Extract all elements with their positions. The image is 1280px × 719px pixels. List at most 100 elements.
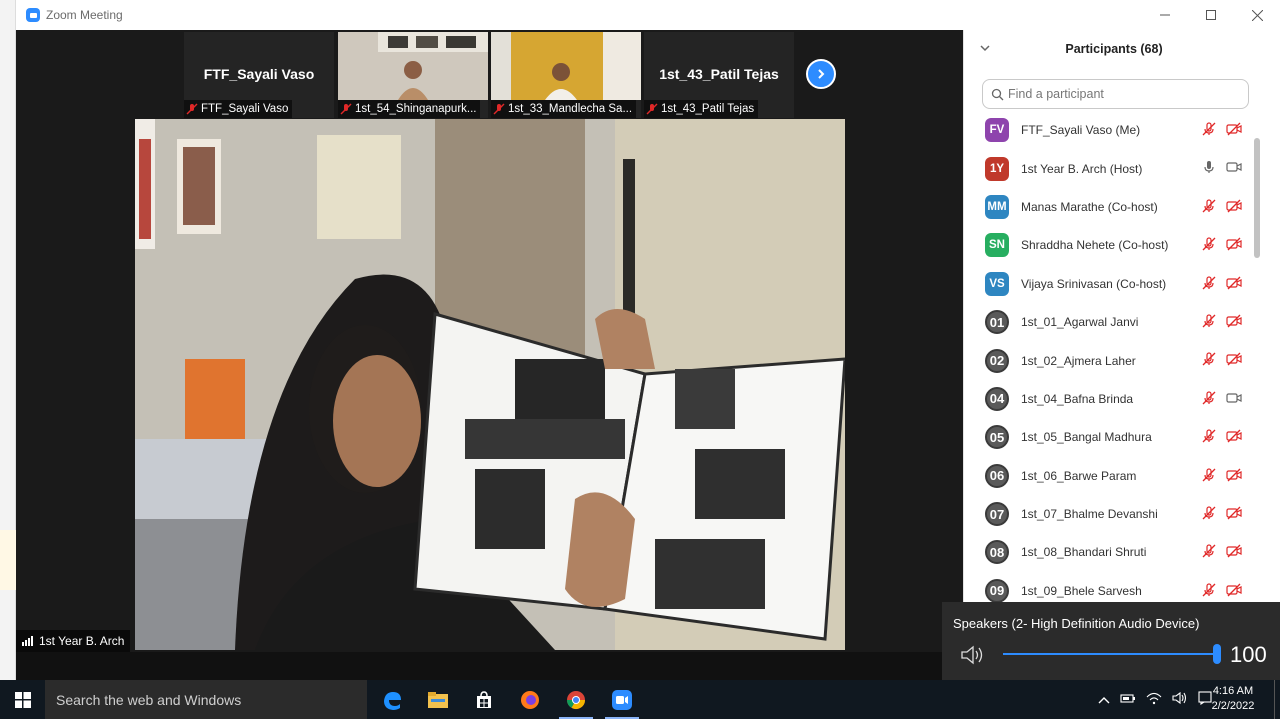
volume-level: 100 [1230,642,1267,667]
firefox-icon[interactable] [507,680,553,719]
participant-row[interactable]: 06 1st_06_Barwe Param [964,457,1254,495]
participant-search-input[interactable] [1008,87,1228,101]
speaker-icon[interactable] [960,644,986,666]
windows-logo-icon [14,691,31,708]
participants-title: Participants (68) [1065,42,1163,56]
video-off-icon [1226,583,1242,602]
edge-icon[interactable] [369,680,415,719]
taskbar-clock[interactable]: 4:16 AM 2/2/2022 [1210,684,1256,714]
thumbnail-tile[interactable]: 1st_33_Mandlecha Sa... [491,32,641,118]
background-window-edge-highlight [0,530,16,590]
maximize-icon[interactable] [1188,0,1234,30]
chevron-up-icon[interactable] [1098,693,1110,707]
window-title: Zoom Meeting [46,8,123,22]
participant-avatar: 01 [985,310,1009,335]
participant-row[interactable]: VS Vijaya Srinivasan (Co-host) [964,265,1254,303]
participants-panel: Participants (68) FV FTF_Sayali Vaso (Me)… [963,30,1264,680]
mic-muted-icon [1202,237,1216,256]
participant-name: 1st_09_Bhele Sarvesh [1021,583,1142,598]
battery-icon[interactable] [1120,692,1136,707]
wifi-icon[interactable] [1146,691,1162,708]
participant-name: 1st_04_Bafna Brinda [1021,391,1134,406]
thumbnail-label: 1st_43_Patil Tejas [644,100,759,118]
video-off-icon [1226,314,1242,333]
thumbnail-tile[interactable]: 1st_54_Shinganapurk... [338,32,488,118]
participant-row[interactable]: 04 1st_04_Bafna Brinda [964,380,1254,418]
participant-status-icons [1202,467,1242,487]
mic-muted-icon [1202,506,1216,525]
video-icon [1226,391,1242,410]
participant-avatar: FV [985,118,1009,143]
participant-search[interactable] [982,79,1249,109]
zoom-icon[interactable] [599,680,645,719]
participant-name: 1st_07_Bhalme Devanshi [1021,507,1158,522]
speaker-video-frame [135,119,845,650]
start-button[interactable] [0,680,45,719]
thumbnail-tile[interactable]: FTF_Sayali Vaso FTF_Sayali Vaso [184,32,334,118]
participant-avatar: 02 [985,348,1009,373]
video-off-icon [1226,506,1242,525]
mic-muted-icon [646,103,658,115]
participant-row[interactable]: 08 1st_08_Bhandari Shruti [964,533,1254,571]
participant-avatar: VS [985,271,1009,296]
participant-name: FTF_Sayali Vaso (Me) [1021,123,1141,138]
thumbnail-label-text: 1st_43_Patil Tejas [661,103,755,115]
video-off-icon [1226,276,1242,295]
thumbnail-tile[interactable]: 1st_43_Patil Tejas 1st_43_Patil Tejas [644,32,794,118]
participant-row[interactable]: SN Shraddha Nehete (Co-host) [964,226,1254,264]
search-icon [991,88,1004,100]
mic-muted-icon [493,103,505,115]
video-off-icon [1226,352,1242,371]
store-icon[interactable] [461,680,507,719]
signal-strength-icon [22,636,33,646]
clock-date: 2/2/2022 [1211,700,1255,712]
mic-muted-icon [1202,429,1216,448]
participant-status-icons [1202,429,1242,448]
speaker-device-label: Speakers (2- High Definition Audio Devic… [953,616,1200,631]
participant-row[interactable]: 01 1st_01_Agarwal Janvi [964,303,1254,341]
meeting-area: FTF_Sayali Vaso FTF_Sayali Vaso 1st_54_S… [16,30,963,680]
participant-row[interactable]: 05 1st_05_Bangal Madhura [964,418,1254,456]
participant-name: 1st_05_Bangal Madhura [1021,430,1152,445]
participant-row[interactable]: 07 1st_07_Bhalme Devanshi [964,495,1254,533]
participant-row[interactable]: 1Y 1st Year B. Arch (Host) [964,149,1254,187]
participant-row[interactable]: MM Manas Marathe (Co-host) [964,188,1254,226]
next-page-button[interactable] [806,59,836,89]
mic-muted-icon [1202,122,1216,141]
participant-status-icons [1202,352,1242,371]
mic-muted-icon [186,103,198,115]
show-desktop-button[interactable] [1274,680,1280,719]
volume-slider[interactable] [1003,644,1221,664]
mic-muted-icon [1202,544,1216,563]
participant-status-icons [1202,314,1242,333]
volume-slider-thumb[interactable] [1213,644,1221,664]
video-off-icon [1226,468,1242,487]
participant-list: FV FTF_Sayali Vaso (Me) 1Y 1st Year B. Arch… [964,111,1254,610]
mic-muted-icon [1202,314,1216,333]
participant-status-icons [1202,237,1242,256]
taskbar-search-placeholder: Search the web and Windows [56,691,242,708]
video-icon [1226,160,1242,179]
volume-tray-icon[interactable] [1172,691,1188,708]
mic-muted-icon [1202,391,1216,410]
participant-row[interactable]: 02 1st_02_Ajmera Laher [964,341,1254,379]
participant-list-scrollbar[interactable] [1254,138,1260,258]
minimize-icon[interactable] [1142,0,1188,30]
participant-row[interactable]: FV FTF_Sayali Vaso (Me) [964,111,1254,149]
participant-status-icons [1202,391,1242,410]
taskbar-search[interactable]: Search the web and Windows [45,680,367,719]
active-speaker-label: 1st Year B. Arch [16,630,131,652]
participant-status-icons [1202,160,1242,179]
thumbnail-strip: FTF_Sayali Vaso FTF_Sayali Vaso 1st_54_S… [16,30,963,118]
participant-status-icons [1202,506,1242,525]
close-icon[interactable] [1234,0,1280,30]
speaker-volume-popup: Speakers (2- High Definition Audio Devic… [942,602,1280,680]
chrome-icon[interactable] [553,680,599,719]
participant-name: Shraddha Nehete (Co-host) [1021,238,1169,253]
participant-avatar: MM [985,194,1009,219]
file-explorer-icon[interactable] [415,680,461,719]
participant-name: Vijaya Srinivasan (Co-host) [1021,276,1167,291]
participant-name: 1st_06_Barwe Param [1021,468,1137,483]
video-off-icon [1226,237,1242,256]
video-off-icon [1226,429,1242,448]
